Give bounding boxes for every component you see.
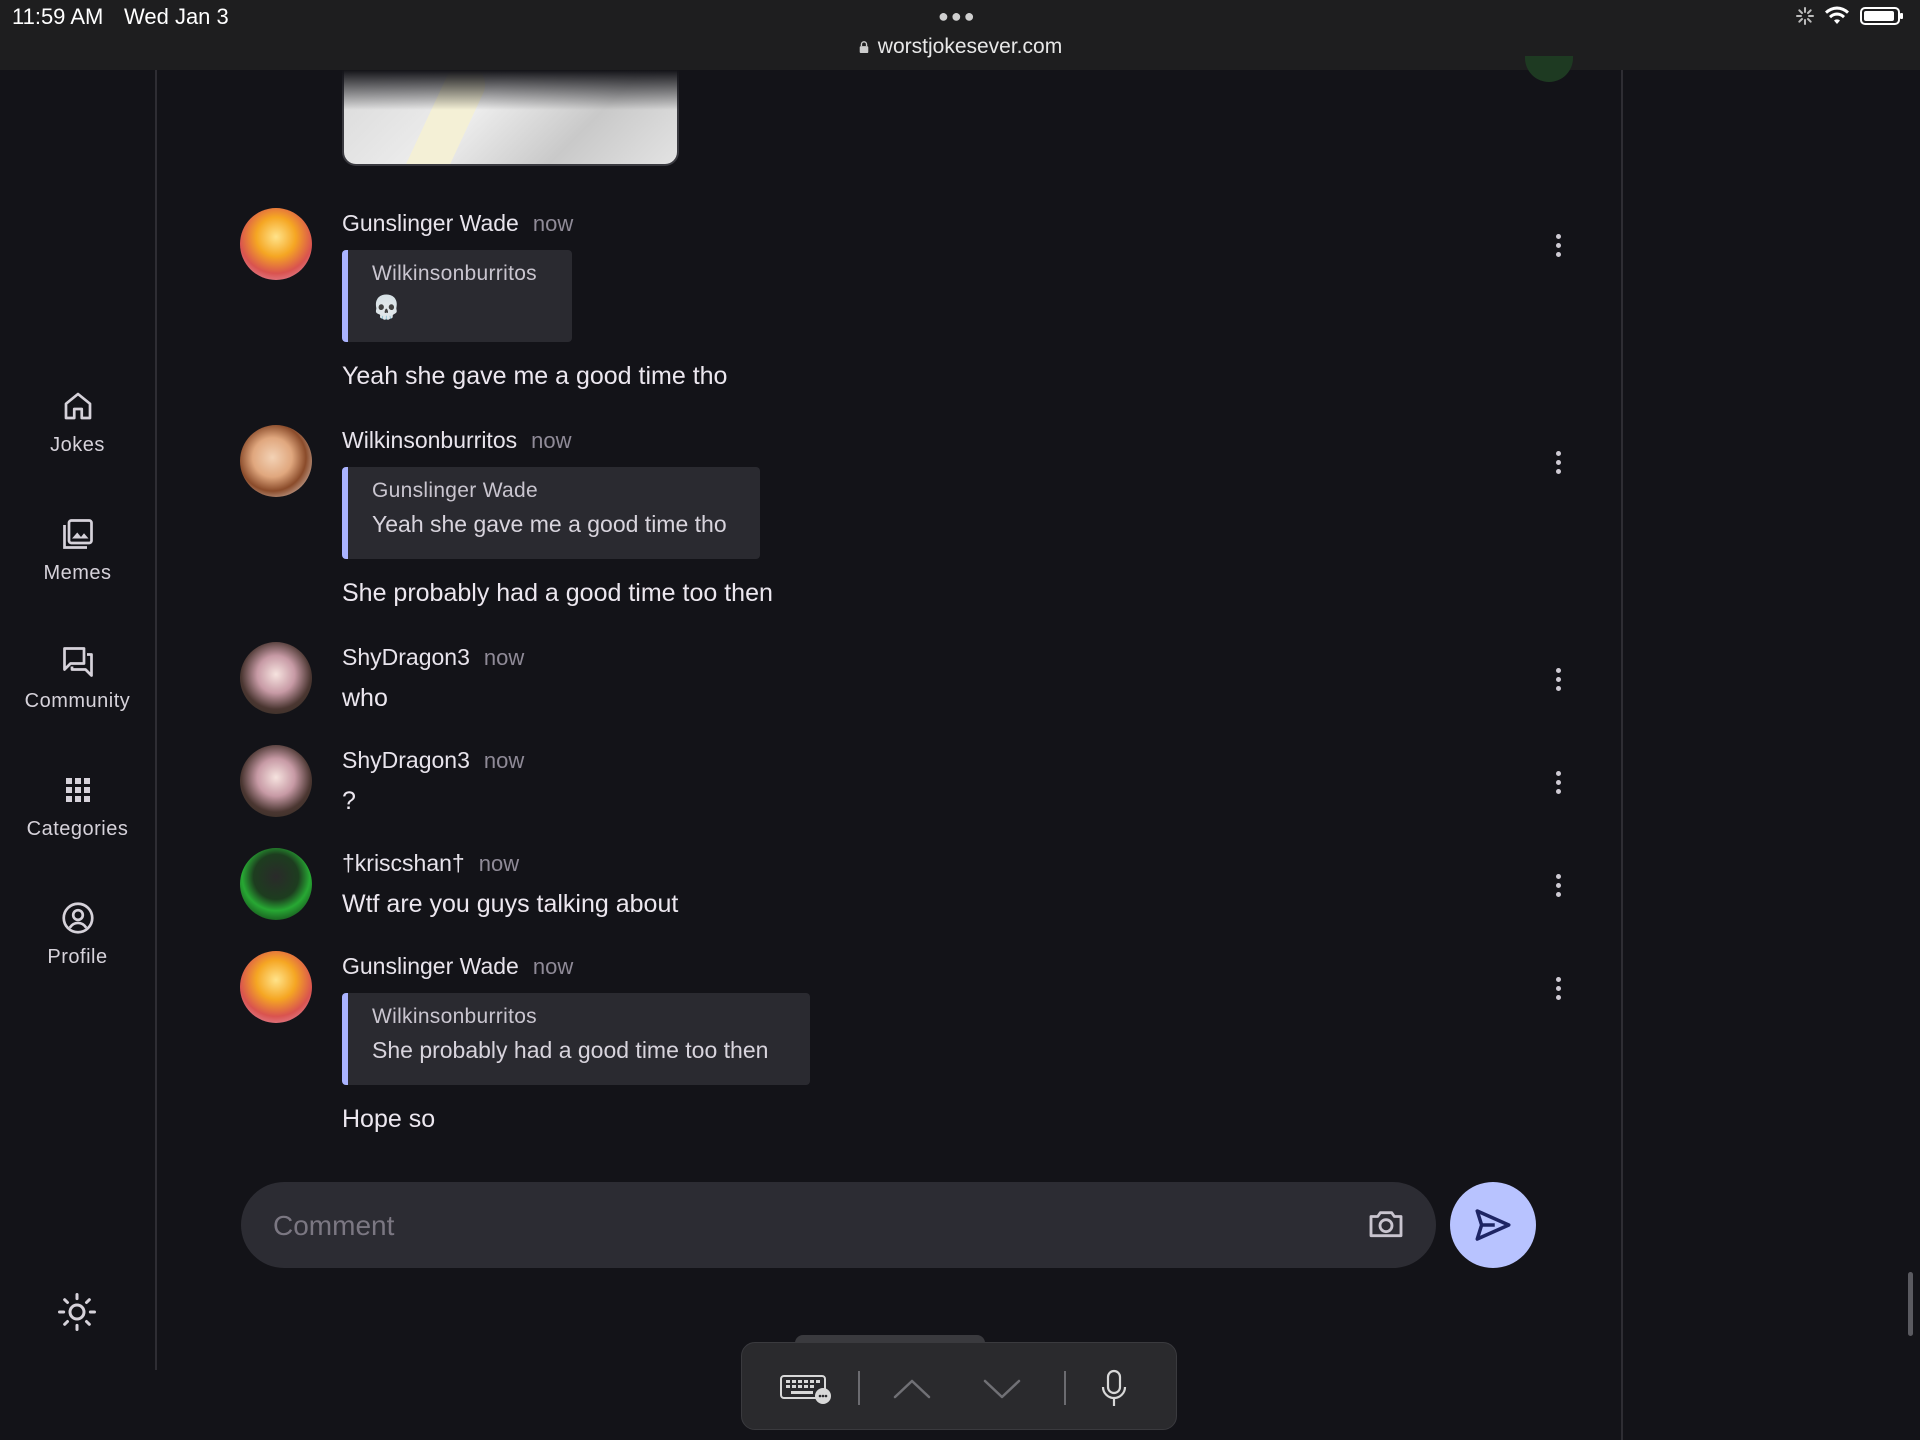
more-options-icon[interactable] <box>1546 771 1570 799</box>
image-fade-overlay <box>300 70 720 110</box>
comment-text: Yeah she gave me a good time tho <box>342 362 728 390</box>
more-options-icon[interactable] <box>1546 668 1570 696</box>
avatar[interactable] <box>240 848 312 920</box>
microphone-icon[interactable] <box>1100 1369 1128 1409</box>
account-circle-icon <box>61 902 94 934</box>
status-date: Wed Jan 3 <box>124 4 229 29</box>
sidebar-item-jokes[interactable]: Jokes <box>0 388 155 457</box>
quoted-reply[interactable]: Gunslinger Wade Yeah she gave me a good … <box>342 467 760 559</box>
sidebar-item-label: Profile <box>47 946 108 968</box>
keyboard-icon[interactable] <box>780 1371 832 1405</box>
avatar[interactable] <box>240 425 312 497</box>
quote-text: Yeah she gave me a good time tho <box>372 511 727 537</box>
comment-time: now <box>483 645 525 670</box>
comment-text: Hope so <box>342 1105 436 1133</box>
comment-time: now <box>532 211 574 236</box>
comment-text: Wtf are you guys talking about <box>342 890 679 918</box>
divider <box>1064 1371 1066 1405</box>
sidebar-item-memes[interactable]: Memes <box>0 516 155 585</box>
send-button[interactable] <box>1450 1182 1536 1268</box>
status-icons <box>1796 6 1903 26</box>
more-options-icon[interactable] <box>1546 234 1570 262</box>
content-right-divider <box>1621 70 1623 1440</box>
comment-author[interactable]: ShyDragon3 <box>342 644 470 670</box>
divider <box>858 1371 860 1405</box>
avatar <box>1525 56 1573 82</box>
status-bar: 11:59 AM Wed Jan 3 ●●● worstjokesever.co… <box>0 0 1920 70</box>
theme-toggle-button[interactable] <box>57 1292 97 1337</box>
multitasking-dots-icon[interactable]: ●●● <box>938 6 977 27</box>
comment-author[interactable]: ShyDragon3 <box>342 747 470 773</box>
home-icon <box>64 392 91 420</box>
send-icon <box>1475 1209 1511 1241</box>
comment-input[interactable] <box>271 1182 1275 1270</box>
sidebar-item-label: Jokes <box>50 434 105 456</box>
grid-icon <box>65 778 90 802</box>
quoted-reply[interactable]: Wilkinsonburritos She probably had a goo… <box>342 993 810 1085</box>
comment-text: She probably had a good time too then <box>342 579 773 607</box>
lock-icon <box>859 41 869 53</box>
comment-time: now <box>483 748 525 773</box>
sun-icon <box>58 1293 96 1331</box>
image-gallery-icon <box>62 519 93 549</box>
sidebar-nav: Jokes Memes Community Categories Profile <box>0 70 157 1370</box>
comment-text: who <box>342 684 388 712</box>
quote-author: Wilkinsonburritos <box>372 1005 537 1028</box>
battery-icon <box>1860 7 1903 25</box>
scrollbar[interactable] <box>1908 1272 1913 1336</box>
more-options-icon[interactable] <box>1546 977 1570 1005</box>
comment-author[interactable]: Gunslinger Wade <box>342 210 519 236</box>
quote-author: Wilkinsonburritos <box>372 262 537 285</box>
comment-author[interactable]: Wilkinsonburritos <box>342 427 517 453</box>
sidebar-item-label: Memes <box>43 562 112 584</box>
chevron-down-icon[interactable] <box>982 1377 1022 1401</box>
comment-composer <box>241 1182 1436 1270</box>
sidebar-item-community[interactable]: Community <box>0 644 155 713</box>
comment-time: now <box>478 851 520 876</box>
avatar[interactable] <box>240 208 312 280</box>
more-options-icon[interactable] <box>1546 874 1570 902</box>
sidebar-item-profile[interactable]: Profile <box>0 900 155 969</box>
avatar[interactable] <box>240 745 312 817</box>
comment-time: now <box>532 954 574 979</box>
chevron-up-icon[interactable] <box>892 1377 932 1401</box>
status-time: 11:59 AM <box>12 4 104 29</box>
quoted-reply[interactable]: Wilkinsonburritos 💀 <box>342 250 572 342</box>
sidebar-item-label: Community <box>24 690 131 712</box>
comment-time: now <box>531 428 572 453</box>
avatar[interactable] <box>240 951 312 1023</box>
quote-text: 💀 <box>372 294 401 320</box>
keyboard-accessory-bar <box>741 1342 1177 1430</box>
url-text: worstjokesever.com <box>877 35 1063 58</box>
camera-icon[interactable] <box>1366 1204 1406 1244</box>
loading-spinner-icon <box>1796 7 1814 25</box>
forum-icon <box>62 647 93 677</box>
comment-author[interactable]: †kriscshan† <box>342 850 465 876</box>
sidebar-item-label: Categories <box>26 818 129 840</box>
comment-text: ? <box>342 787 356 815</box>
quote-author: Gunslinger Wade <box>372 479 538 502</box>
avatar[interactable] <box>240 642 312 714</box>
address-bar[interactable]: worstjokesever.com <box>0 35 1920 59</box>
comment-author[interactable]: Gunslinger Wade <box>342 953 519 979</box>
quote-text: She probably had a good time too then <box>372 1037 769 1063</box>
sidebar-item-categories[interactable]: Categories <box>0 772 155 841</box>
wifi-icon <box>1825 6 1849 24</box>
more-options-icon[interactable] <box>1546 451 1570 479</box>
